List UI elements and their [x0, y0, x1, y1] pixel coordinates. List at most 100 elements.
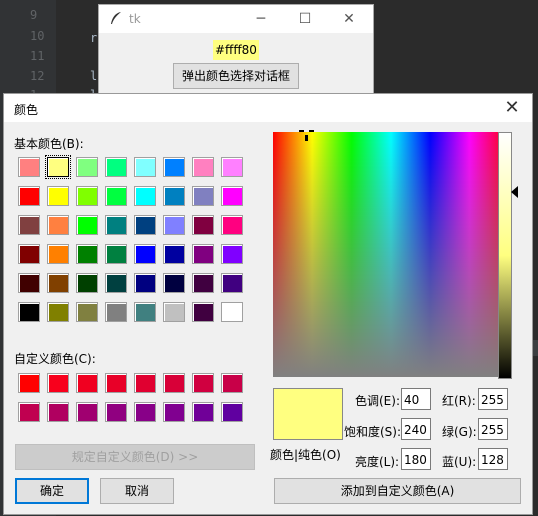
custom-color-swatch[interactable] [134, 402, 156, 422]
custom-color-swatch[interactable] [47, 373, 69, 393]
custom-color-swatch[interactable] [192, 373, 214, 393]
basic-color-swatch[interactable] [134, 157, 156, 177]
custom-color-swatch[interactable] [18, 373, 40, 393]
tk-title: tk [129, 12, 141, 26]
basic-color-swatch[interactable] [18, 157, 40, 177]
custom-color-swatch[interactable] [221, 402, 243, 422]
basic-color-swatch[interactable] [163, 244, 185, 264]
preview-label: 颜色|纯色(O) [270, 448, 341, 462]
basic-color-swatch[interactable] [18, 215, 40, 235]
basic-color-swatch[interactable] [47, 215, 69, 235]
basic-color-swatch[interactable] [105, 273, 127, 293]
basic-color-swatch[interactable] [47, 244, 69, 264]
luminosity-arrow-icon[interactable] [511, 186, 518, 198]
basic-color-swatch[interactable] [192, 215, 214, 235]
basic-color-swatch[interactable] [192, 186, 214, 206]
custom-color-swatch[interactable] [18, 402, 40, 422]
custom-color-swatch[interactable] [192, 402, 214, 422]
basic-color-swatch[interactable] [18, 302, 40, 322]
basic-color-swatch[interactable] [76, 273, 98, 293]
basic-color-swatch[interactable] [76, 215, 98, 235]
basic-color-swatch[interactable] [105, 186, 127, 206]
line-number: 12 [30, 69, 45, 83]
color-spectrum[interactable] [273, 130, 509, 377]
add-to-custom-colors-button[interactable]: 添加到自定义颜色(A) [274, 478, 521, 504]
basic-color-swatch[interactable] [105, 244, 127, 264]
ok-button[interactable]: 确定 [15, 478, 89, 504]
sat-label: 饱和度(S): [344, 425, 402, 439]
basic-color-swatch[interactable] [192, 273, 214, 293]
basic-color-swatch[interactable] [18, 186, 40, 206]
close-icon[interactable]: ✕ [339, 9, 359, 29]
editor-panel-strip [533, 340, 538, 356]
basic-color-swatch[interactable] [134, 244, 156, 264]
basic-color-swatch[interactable] [105, 157, 127, 177]
custom-color-swatch[interactable] [105, 402, 127, 422]
hue-label: 色调(E): [355, 394, 400, 408]
custom-color-swatch[interactable] [163, 373, 185, 393]
basic-color-swatch[interactable] [18, 244, 40, 264]
blue-label: 蓝(U): [442, 455, 477, 469]
basic-color-swatch[interactable] [221, 186, 243, 206]
basic-color-swatch[interactable] [221, 302, 243, 322]
maximize-icon[interactable]: ☐ [295, 9, 315, 29]
red-field[interactable]: 255 [478, 388, 508, 410]
cancel-button[interactable]: 取消 [100, 478, 174, 504]
basic-color-swatch[interactable] [134, 302, 156, 322]
code-fragment: r [90, 31, 98, 45]
basic-color-swatch[interactable] [163, 186, 185, 206]
basic-color-swatch[interactable] [221, 157, 243, 177]
custom-colors-label: 自定义颜色(C): [14, 352, 96, 366]
basic-color-swatch[interactable] [45, 155, 71, 179]
lum-field[interactable]: 180 [401, 448, 431, 470]
close-icon[interactable]: ✕ [500, 96, 524, 120]
custom-color-swatch[interactable] [76, 373, 98, 393]
basic-color-swatch[interactable] [163, 302, 185, 322]
basic-color-swatch[interactable] [221, 244, 243, 264]
basic-color-swatch[interactable] [163, 273, 185, 293]
open-color-dialog-button[interactable]: 弹出颜色选择对话框 [173, 63, 299, 89]
basic-color-swatch[interactable] [192, 302, 214, 322]
blue-field[interactable]: 128 [478, 448, 508, 470]
basic-color-swatch[interactable] [221, 215, 243, 235]
green-label: 绿(G): [442, 425, 477, 439]
basic-color-swatch[interactable] [76, 244, 98, 264]
custom-color-swatch[interactable] [221, 373, 243, 393]
basic-color-swatch[interactable] [192, 157, 214, 177]
custom-color-swatch[interactable] [76, 402, 98, 422]
basic-color-swatch[interactable] [221, 273, 243, 293]
basic-color-swatch[interactable] [47, 273, 69, 293]
basic-colors-label: 基本颜色(B): [14, 137, 84, 151]
basic-color-swatch[interactable] [18, 273, 40, 293]
line-number: 11 [30, 49, 45, 63]
green-field[interactable]: 255 [478, 418, 508, 440]
sat-field[interactable]: 240 [401, 418, 431, 440]
color-preview [273, 388, 343, 440]
basic-color-swatch[interactable] [105, 215, 127, 235]
custom-color-swatch[interactable] [105, 373, 127, 393]
code-fragment: l [90, 69, 98, 83]
basic-color-swatch[interactable] [192, 244, 214, 264]
tk-titlebar: tk ─ ☐ ✕ [99, 5, 373, 33]
red-label: 红(R): [442, 394, 476, 408]
basic-color-swatch[interactable] [47, 186, 69, 206]
luminosity-slider[interactable] [498, 132, 512, 379]
basic-color-swatch[interactable] [134, 215, 156, 235]
custom-color-swatch[interactable] [134, 373, 156, 393]
custom-color-swatch[interactable] [47, 402, 69, 422]
basic-color-swatch[interactable] [134, 186, 156, 206]
color-dialog: 颜色 ✕ 基本颜色(B): 自定义颜色(C): 规定自定义颜色(D) >> 确定… [3, 93, 533, 515]
feather-icon [111, 12, 121, 24]
basic-color-swatch[interactable] [47, 302, 69, 322]
define-custom-colors-button[interactable]: 规定自定义颜色(D) >> [15, 444, 255, 470]
basic-color-swatch[interactable] [76, 186, 98, 206]
basic-color-swatch[interactable] [134, 273, 156, 293]
basic-color-swatch[interactable] [76, 302, 98, 322]
minimize-icon[interactable]: ─ [251, 9, 271, 29]
basic-color-swatch[interactable] [76, 157, 98, 177]
custom-color-swatch[interactable] [163, 402, 185, 422]
basic-color-swatch[interactable] [163, 215, 185, 235]
basic-color-swatch[interactable] [105, 302, 127, 322]
basic-color-swatch[interactable] [163, 157, 185, 177]
hue-field[interactable]: 40 [401, 388, 431, 410]
